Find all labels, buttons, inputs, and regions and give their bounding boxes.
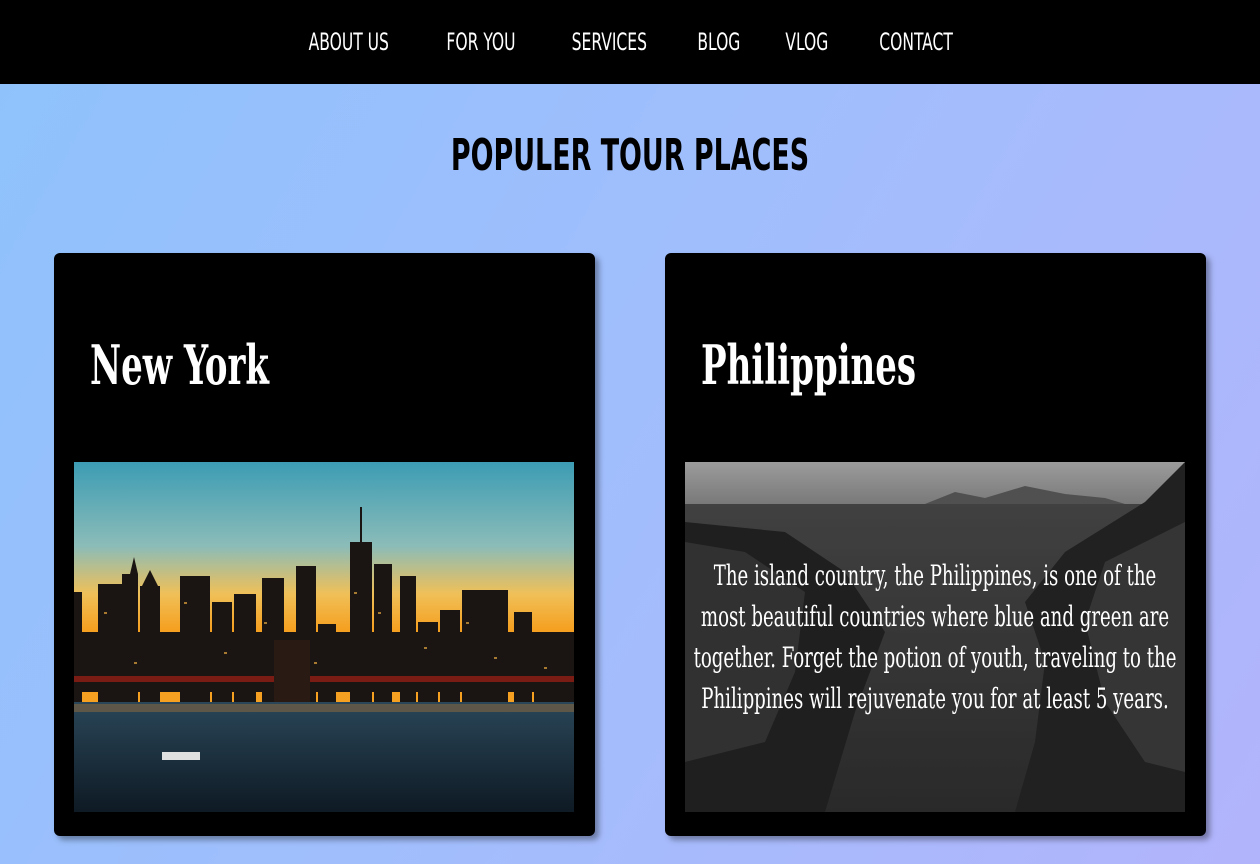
new-york-skyline-image [74,462,574,812]
nav-item-about-us[interactable]: ABOUT US [309,28,389,56]
nav-item-vlog[interactable]: VLOG [785,28,828,56]
tour-card-new-york[interactable]: New York [54,253,595,836]
nav-item-for-you[interactable]: FOR YOU [446,28,515,56]
tour-card-philippines[interactable]: Philippines The island country, the Phil… [665,253,1206,836]
nav-item-contact[interactable]: CONTACT [879,28,953,56]
card-title: Philippines [701,333,917,397]
nav-item-blog[interactable]: BLOG [698,28,741,56]
top-navigation: ABOUT US FOR YOU SERVICES BLOG VLOG CONT… [0,0,1260,84]
card-title: New York [90,333,269,397]
card-description: The island country, the Philippines, is … [693,559,1177,715]
philippines-coast-image: The island country, the Philippines, is … [685,462,1185,812]
nav-item-services[interactable]: SERVICES [571,28,646,56]
section-title: POPULER TOUR PLACES [450,130,810,181]
